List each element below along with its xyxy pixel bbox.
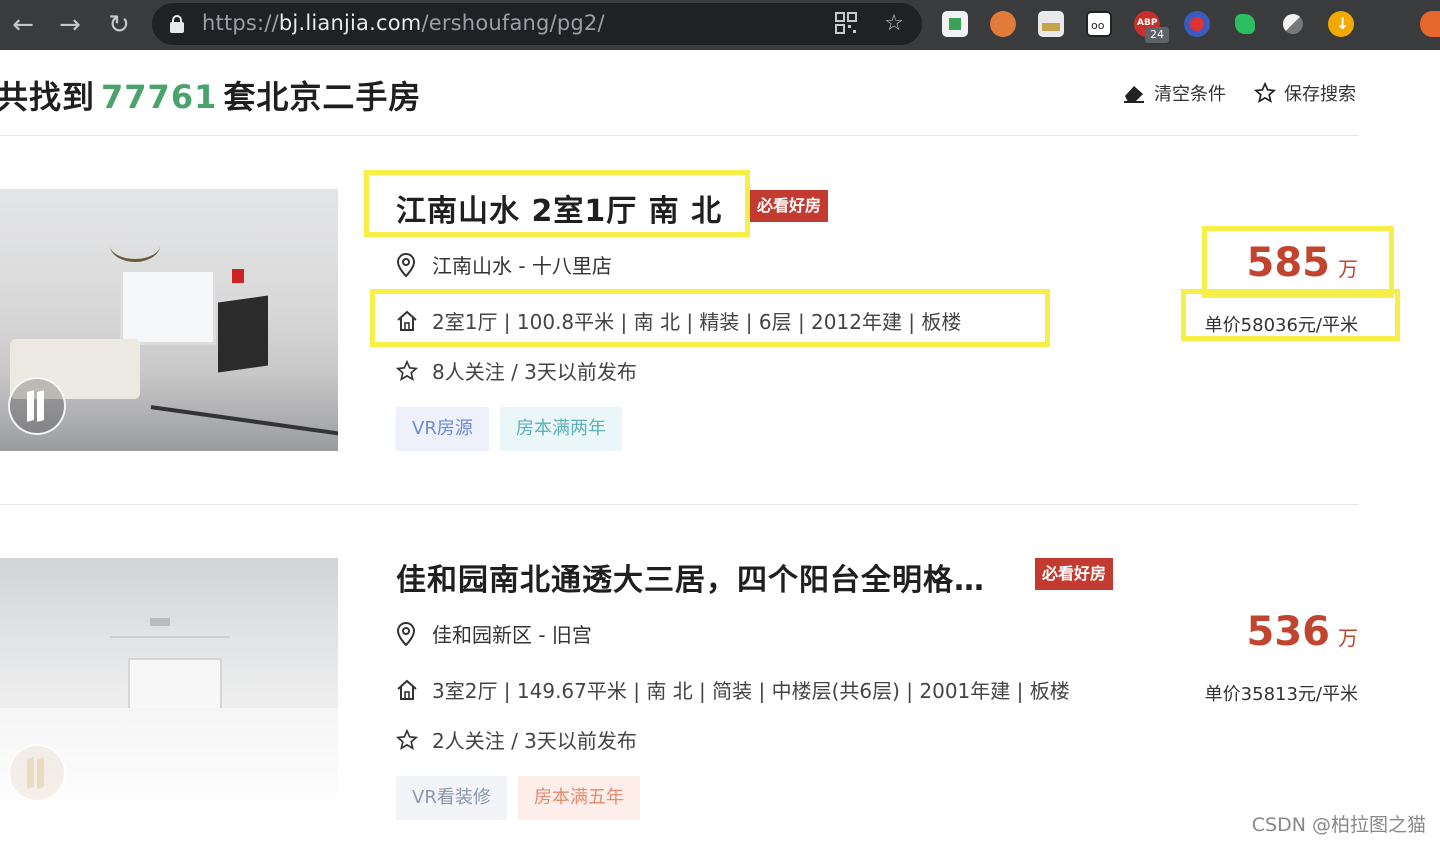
tag-certificate: 房本满五年 [518,776,640,820]
listing-house-info: 3室2厅 | 149.67平米 | 南 北 | 简装 | 中楼层(共6层) | … [396,675,1070,706]
watermark-text: CSDN @柏拉图之猫 [1251,814,1426,836]
vr-badge-icon[interactable] [8,377,66,435]
location-pin-icon [396,252,416,282]
listing-location[interactable]: 江南山水 - 十八里店 [396,250,612,282]
listing-follow-info: 2人关注 / 3天以前发布 [395,725,637,756]
window-shape [120,269,216,345]
listing-photo[interactable] [0,189,338,451]
star-icon [1253,81,1277,109]
download-icon[interactable]: ↓ [1328,11,1354,37]
result-count-heading: 共找到 77761 套北京二手房 [0,78,422,116]
follow-star-icon [395,359,419,387]
house-icon [396,679,417,706]
browser-toolbar: ← → ↻ https://bj.lianjia.com/ershoufang/… [0,0,1440,50]
location-pin-icon [396,621,416,651]
result-count: 77761 [101,78,218,116]
total-price: 536 万 [1246,609,1359,655]
decoration-shape [232,269,244,283]
highlight-title-box [364,170,750,237]
tv-shape [218,295,268,373]
url-text[interactable]: https://bj.lianjia.com/ershoufang/pg2/ [202,11,605,35]
ceiling-light-shape [150,618,170,626]
listing-photo[interactable] [0,558,338,820]
floor-line-shape [150,405,338,437]
back-arrow-icon[interactable]: ← [6,8,40,42]
must-see-badge: 必看好房 [750,190,829,222]
listing-follow-info: 8人关注 / 3天以前发布 [395,356,637,387]
qr-code-icon[interactable] [834,12,858,36]
chandelier-shape [110,229,160,262]
lock-icon[interactable] [170,15,184,33]
extension-flag-icon[interactable] [942,11,968,37]
extension-badge: 24 [1145,27,1169,43]
unit-price: 单价35813元/平米 [1204,684,1358,705]
profile-avatar-icon[interactable] [1420,11,1440,37]
follow-star-icon [395,728,419,756]
evernote-icon[interactable] [1232,11,1258,37]
tag-certificate: 房本满两年 [500,407,622,451]
eraser-icon [1122,83,1146,108]
vr-badge-icon[interactable] [8,744,66,802]
extension-fox-icon[interactable] [990,11,1016,37]
extension-glasses-icon[interactable]: oo [1086,11,1112,37]
listing-divider [0,504,1358,505]
highlight-unit-price-box [1181,289,1400,341]
bookmark-star-icon[interactable]: ☆ [882,12,906,36]
forward-arrow-icon[interactable]: → [53,8,87,42]
header-divider [0,135,1358,136]
address-bar[interactable]: https://bj.lianjia.com/ershoufang/pg2/ ☆ [152,3,922,45]
highlight-price-box [1202,226,1394,298]
reload-icon[interactable]: ↻ [102,8,136,42]
extension-image-icon[interactable] [1038,11,1064,37]
highlight-info-box [370,289,1050,347]
listing-location[interactable]: 佳和园新区 - 旧宫 [396,619,592,651]
tag-vr-decoration[interactable]: VR看装修 [396,776,507,820]
save-search-button[interactable]: 保存搜索 [1253,80,1356,109]
extension-translate-icon[interactable] [1184,11,1210,37]
ceiling-line-shape [110,608,230,638]
tag-vr[interactable]: VR房源 [396,407,489,451]
extension-moon-icon[interactable] [1280,11,1306,37]
listing-title-link[interactable]: 佳和园南北通透大三居，四个阳台全明格… [396,555,985,599]
must-see-badge: 必看好房 [1035,558,1114,590]
clear-filters-button[interactable]: 清空条件 [1122,80,1226,108]
